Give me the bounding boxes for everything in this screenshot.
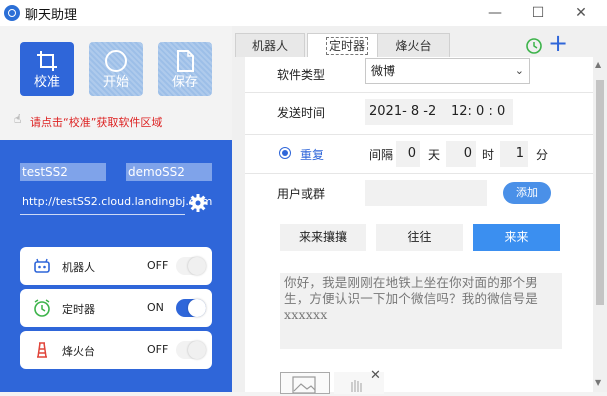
- image-icon: [292, 376, 316, 394]
- send-time-label: 发送时间: [277, 106, 326, 120]
- app-logo-icon: [4, 5, 20, 21]
- calibrate-label: 校准: [33, 75, 60, 90]
- contact-button-2[interactable]: 往往: [376, 224, 463, 251]
- minimize-button[interactable]: —: [475, 0, 515, 26]
- software-type-value: 微博: [371, 64, 396, 78]
- repeat-label: 重复: [300, 148, 325, 162]
- timer-icon: [34, 299, 50, 317]
- save-label: 保存: [171, 75, 198, 90]
- interval-minutes-field[interactable]: 1: [500, 141, 528, 167]
- feature-name: 烽火台: [62, 345, 95, 358]
- message-text: 你好，我是刚刚在地铁上坐在你对面的那个男生，方便认识一下加个微信吗？我的微信号是…: [284, 275, 539, 322]
- tab-beacon[interactable]: 烽火台: [377, 33, 450, 57]
- close-attachment-icon[interactable]: ✕: [370, 368, 381, 383]
- contact-button-1[interactable]: 来来攘攘: [280, 224, 366, 251]
- divider: [245, 92, 593, 93]
- maximize-button[interactable]: ☐: [518, 0, 558, 26]
- account1-field[interactable]: testSS2: [20, 163, 106, 181]
- start-circle-icon: [105, 50, 127, 72]
- interval-hours-field[interactable]: 0: [446, 141, 476, 167]
- feature-row-timer[interactable]: 定时器 ON: [20, 289, 212, 327]
- start-label: 开始: [102, 75, 129, 90]
- feature-row-robot[interactable]: 机器人 OFF: [20, 247, 212, 285]
- url-underline: [20, 214, 185, 215]
- send-date-field[interactable]: 2021- 8 -2: [365, 99, 445, 125]
- chevron-down-icon: ⌄: [514, 64, 524, 77]
- image-attachment[interactable]: [280, 372, 330, 394]
- server-url-field[interactable]: http://testSS2.cloud.landingbj.com: [22, 195, 212, 208]
- add-task-icon[interactable]: +: [548, 30, 568, 56]
- timer-toggle[interactable]: [176, 299, 206, 317]
- feature-row-beacon[interactable]: 烽火台 OFF: [20, 331, 212, 369]
- toggle-knob: [188, 299, 206, 317]
- pointing-hand-icon: ☝: [14, 112, 22, 126]
- days-unit: 天: [428, 148, 441, 162]
- hours-unit: 时: [482, 148, 495, 162]
- feature-state: ON: [147, 301, 164, 314]
- beacon-toggle[interactable]: [176, 341, 206, 359]
- tab-label: 机器人: [251, 39, 288, 53]
- scroll-down-icon[interactable]: ▼: [595, 378, 601, 387]
- feature-state: OFF: [147, 343, 169, 356]
- window-title: 聊天助理: [25, 8, 78, 23]
- calibrate-hint: 请点击“校准”获取软件区域: [30, 116, 163, 129]
- scroll-thumb[interactable]: [596, 80, 604, 305]
- start-button[interactable]: 开始: [89, 42, 143, 96]
- message-textarea[interactable]: 你好，我是刚刚在地铁上坐在你对面的那个男生，方便认识一下加个微信吗？我的微信号是…: [280, 273, 562, 349]
- toggle-knob: [188, 341, 206, 359]
- alarm-clock-icon[interactable]: [524, 35, 544, 55]
- user-group-label: 用户或群: [277, 187, 326, 201]
- tab-label: 烽火台: [395, 39, 432, 53]
- repeat-radio[interactable]: [279, 147, 291, 159]
- add-button[interactable]: 添加: [503, 182, 551, 204]
- robot-icon: [34, 258, 50, 273]
- scroll-up-icon[interactable]: ▲: [595, 60, 601, 69]
- minutes-unit: 分: [536, 148, 549, 162]
- calibrate-button[interactable]: 校准: [20, 42, 74, 96]
- beacon-tower-icon: [37, 342, 47, 358]
- account2-field[interactable]: demoSS2: [126, 163, 212, 181]
- close-button[interactable]: ✕: [561, 0, 601, 26]
- software-type-label: 软件类型: [277, 68, 326, 82]
- tab-robot[interactable]: 机器人: [235, 33, 305, 57]
- software-type-select[interactable]: 微博 ⌄: [365, 58, 530, 84]
- toggle-knob: [188, 257, 206, 275]
- user-group-input[interactable]: [365, 180, 487, 206]
- feature-name: 定时器: [62, 303, 95, 316]
- divider: [245, 134, 593, 135]
- feature-name: 机器人: [62, 261, 95, 274]
- interval-days-field[interactable]: 0: [396, 141, 420, 167]
- contact-button-3[interactable]: 来来: [473, 224, 560, 251]
- feature-state: OFF: [147, 259, 169, 272]
- gear-icon[interactable]: [188, 193, 208, 213]
- title-bar: [0, 0, 607, 26]
- crop-icon: [37, 51, 57, 71]
- interval-label: 间隔: [369, 148, 394, 162]
- divider: [245, 173, 593, 174]
- file-icon: [177, 50, 194, 72]
- tab-timer[interactable]: 定时器: [307, 33, 387, 57]
- save-button[interactable]: 保存: [158, 42, 212, 96]
- robot-toggle[interactable]: [176, 257, 206, 275]
- send-time-field[interactable]: 12: 0 : 0: [445, 99, 513, 125]
- tab-label: 定时器: [325, 37, 368, 55]
